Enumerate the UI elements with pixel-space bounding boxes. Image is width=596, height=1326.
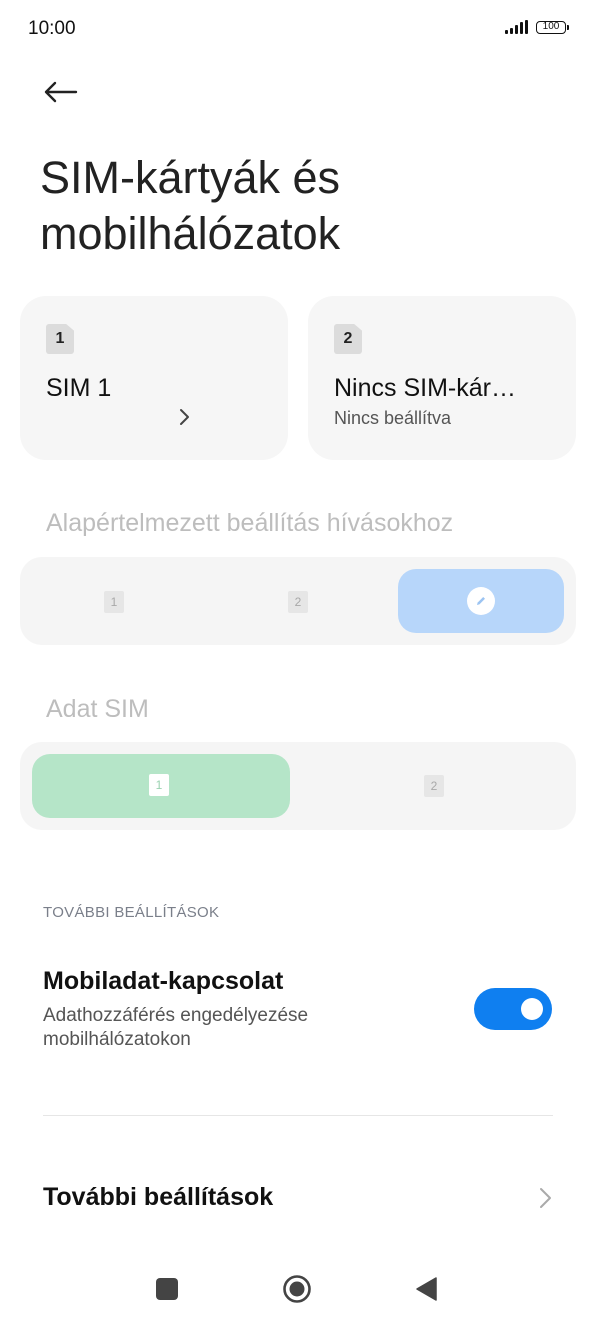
- calls-option-sim-1[interactable]: 1: [104, 591, 124, 613]
- mobile-data-subtitle: Adathozzáférés engedélyezése mobilhálóza…: [43, 1005, 309, 1050]
- more-settings-header: TOVÁBBI BEÁLLÍTÁSOK: [43, 904, 220, 921]
- status-icons: 100: [505, 20, 569, 34]
- sim-1-badge: 1: [46, 324, 74, 354]
- calls-option-ask[interactable]: [398, 569, 564, 633]
- recents-button[interactable]: [156, 1278, 178, 1300]
- page-title: SIM-kártyák és mobilhálózatok: [40, 152, 341, 259]
- calls-section-label: Alapértelmezett beállítás hívásokhoz: [46, 509, 454, 537]
- sim-card-2[interactable]: 2 Nincs SIM-kár… Nincs beállítva: [308, 296, 576, 460]
- calls-option-sim-2[interactable]: 2: [288, 591, 308, 613]
- more-settings-title[interactable]: További beállítások: [43, 1183, 273, 1212]
- data-option-sim-1-badge: 1: [149, 774, 169, 796]
- calls-sim-selector[interactable]: 1 2: [20, 557, 576, 645]
- sim-2-badge: 2: [334, 324, 362, 354]
- divider: [43, 1115, 553, 1116]
- data-option-sim-2[interactable]: 2: [424, 775, 444, 797]
- sim-card-1[interactable]: 1 SIM 1: [20, 296, 288, 460]
- sim-1-title: SIM 1: [46, 374, 112, 402]
- back-arrow-icon: [44, 81, 78, 103]
- pencil-icon: [477, 597, 485, 605]
- chevron-right-icon: [180, 409, 189, 425]
- sim-2-title: Nincs SIM-kár…: [334, 374, 516, 402]
- battery-icon: 100: [536, 20, 569, 34]
- battery-level: 100: [542, 20, 560, 32]
- status-time: 10:00: [28, 18, 76, 39]
- mobile-data-toggle[interactable]: [474, 988, 552, 1030]
- pencil-icon-wrapper: [467, 587, 495, 615]
- signal-icon: [505, 20, 528, 34]
- nav-back-button[interactable]: [414, 1276, 440, 1302]
- chevron-right-icon[interactable]: [536, 1186, 556, 1210]
- data-sim-selector[interactable]: 1 2: [20, 742, 576, 830]
- home-button[interactable]: [282, 1274, 312, 1304]
- toggle-knob: [521, 998, 543, 1020]
- data-section-label: Adat SIM: [46, 695, 149, 723]
- data-option-sim-1[interactable]: 1: [32, 754, 290, 818]
- back-button[interactable]: [38, 72, 82, 112]
- mobile-data-title: Mobiladat-kapcsolat: [43, 967, 284, 995]
- sim-2-subtitle: Nincs beállítva: [334, 408, 452, 428]
